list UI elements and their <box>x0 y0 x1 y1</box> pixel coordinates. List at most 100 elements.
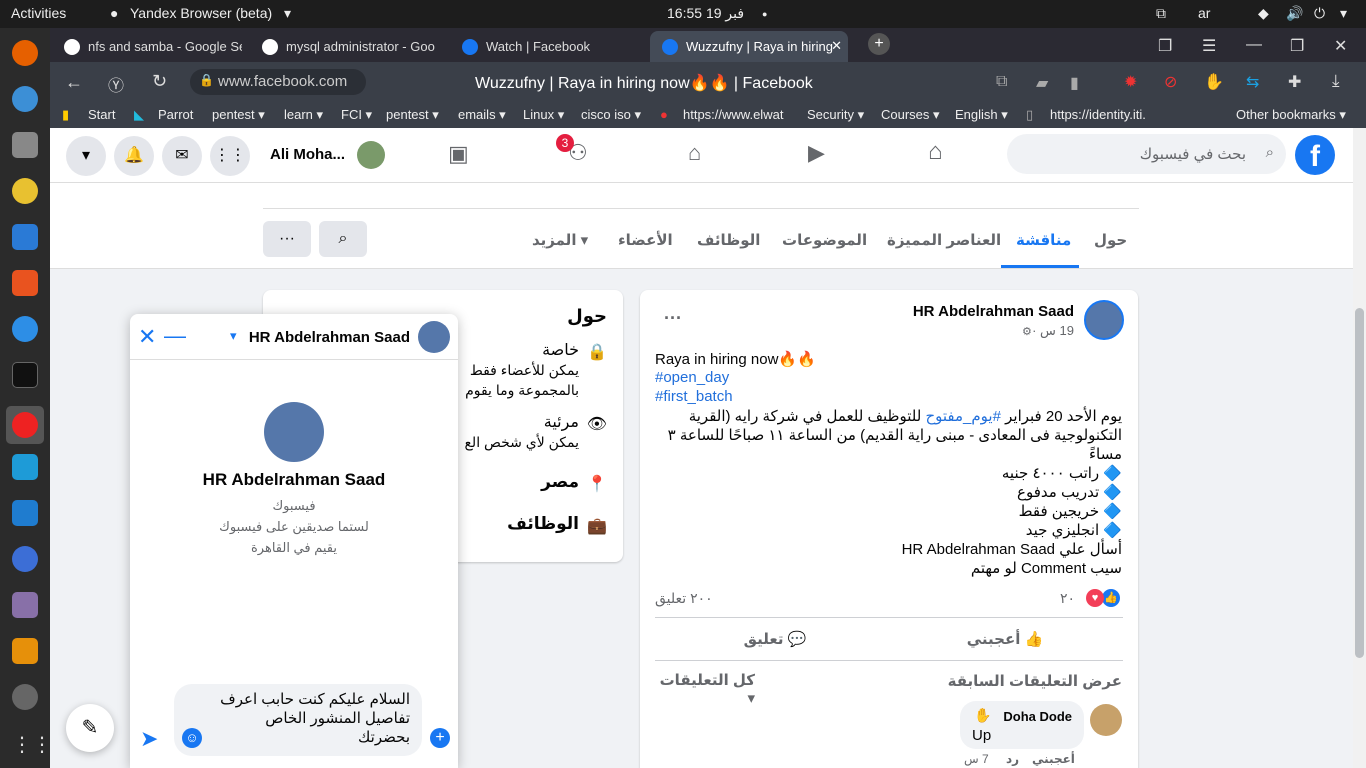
bookmark-parrot[interactable]: Parrot <box>158 107 193 122</box>
firefox-icon[interactable] <box>12 40 38 66</box>
bookmark-pentest2[interactable]: pentest ▾ <box>386 107 439 123</box>
rhythmbox-icon[interactable] <box>12 178 38 204</box>
tab-featured[interactable]: العناصر المميزة <box>887 231 1001 249</box>
app-icon[interactable] <box>12 454 38 480</box>
group-search-button[interactable]: ⌕ <box>319 221 367 257</box>
bookmark-fci[interactable]: FCI ▾ <box>341 107 372 123</box>
tab-jobs[interactable]: الوظائف <box>697 231 760 249</box>
volume-icon[interactable]: 🔊 <box>1286 5 1303 22</box>
search-input[interactable]: بحث في فيسبوك ⌕ <box>1007 134 1286 174</box>
disk-icon[interactable] <box>12 684 38 710</box>
author-avatar[interactable] <box>1084 300 1124 340</box>
contact-profile-picture[interactable] <box>264 402 324 462</box>
pip-icon[interactable]: ⧉ <box>996 73 1007 91</box>
bookmark-english[interactable]: English ▾ <box>955 107 1008 123</box>
tabs-icon[interactable]: ❐ <box>1158 36 1172 56</box>
emoji-icon[interactable]: ☺ <box>182 728 202 748</box>
post-options-icon[interactable]: ··· <box>664 308 682 329</box>
ext-block-icon[interactable]: ⊘ <box>1164 72 1177 92</box>
software-icon[interactable] <box>12 270 38 296</box>
ext-bug-icon[interactable]: ✹ <box>1124 72 1137 92</box>
comment-reply-button[interactable]: رد <box>1006 752 1019 766</box>
bookmark-icon[interactable]: ▮ <box>1070 73 1079 93</box>
tab-watch[interactable]: Watch | Facebook <box>450 31 640 62</box>
like-button[interactable]: أعجبني 👍 <box>890 624 1120 656</box>
address-bar[interactable]: 🔒 www.facebook.com <box>190 69 366 95</box>
tab-more[interactable]: المزيد ▾ <box>532 231 588 249</box>
bookmark-security[interactable]: Security ▾ <box>807 107 864 123</box>
vscode-icon[interactable] <box>12 500 38 526</box>
ext-gnome-icon[interactable]: ✋ <box>1204 72 1224 92</box>
ext-puzzle-icon[interactable]: ✚ <box>1288 72 1301 92</box>
show-apps-icon[interactable]: ⋮⋮ <box>12 732 52 758</box>
comment-count[interactable]: ٢٠٠ تعليق <box>655 590 713 607</box>
tab-topics[interactable]: الموضوعات <box>782 231 867 249</box>
eclipse-icon[interactable] <box>12 546 38 572</box>
writer-icon[interactable] <box>12 224 38 250</box>
browser-app-menu[interactable]: Yandex Browser (beta) <box>130 5 272 21</box>
home-icon[interactable]: ⌂ <box>928 138 943 166</box>
hashtag-link[interactable]: #first_batch <box>655 388 733 405</box>
minimize-icon[interactable]: — <box>1246 36 1262 54</box>
send-icon[interactable]: ➤ <box>140 726 158 752</box>
bookmark-linux[interactable]: Linux ▾ <box>523 107 564 123</box>
menu-icon[interactable]: ☰ <box>1202 36 1216 56</box>
chat-contact-name[interactable]: HR Abdelrahman Saad <box>249 329 410 346</box>
clock[interactable]: 16:55 فبر 19 <box>667 5 744 22</box>
profile-name[interactable]: Ali Moha... <box>270 146 345 163</box>
chevron-down-icon[interactable]: ▾ <box>1340 5 1347 22</box>
more-options-button[interactable]: ··· <box>263 221 311 257</box>
menu-grid-icon[interactable]: ⋮⋮ <box>210 136 250 176</box>
scrollbar-thumb[interactable] <box>1355 308 1364 658</box>
comment-time[interactable]: 7 س <box>964 752 989 766</box>
tab-members[interactable]: الأعضاء <box>618 231 673 249</box>
add-attachment-icon[interactable]: + <box>430 728 450 748</box>
new-tab-button[interactable]: + <box>868 33 890 55</box>
files-icon[interactable] <box>12 132 38 158</box>
bookmark-elwatan[interactable]: https://www.elwat <box>683 107 793 122</box>
bookmark-cisco[interactable]: cisco iso ▾ <box>581 107 641 123</box>
post-author[interactable]: HR Abdelrahman Saad <box>913 303 1074 320</box>
other-bookmarks[interactable]: Other bookmarks ▾ <box>1236 107 1346 123</box>
close-tab-icon[interactable]: ✕ <box>831 38 842 54</box>
chat-avatar[interactable] <box>418 321 450 353</box>
new-message-button[interactable]: ✎ <box>66 704 114 752</box>
minimize-chat-icon[interactable]: — <box>164 323 186 349</box>
chevron-down-icon[interactable]: ▾ <box>230 328 237 344</box>
yandex-y-icon[interactable]: Ⓨ <box>108 72 124 96</box>
tab-about[interactable]: حول <box>1094 231 1127 249</box>
commenter-avatar[interactable] <box>1090 704 1122 736</box>
help-icon[interactable] <box>12 316 38 342</box>
back-icon[interactable]: ← <box>65 72 83 93</box>
screenshot-icon[interactable]: ⧉ <box>1156 5 1166 22</box>
bookmark-start[interactable]: Start <box>88 107 115 122</box>
comment-like-button[interactable]: أعجبني <box>1032 752 1075 766</box>
thunderbird-icon[interactable] <box>12 86 38 112</box>
scrollbar[interactable] <box>1353 128 1366 768</box>
message-input[interactable]: السلام عليكم كنت حابب اعرف تفاصيل المنشو… <box>174 684 422 756</box>
gaming-icon[interactable]: ▣ <box>448 141 469 167</box>
commenter-name[interactable]: Doha Dode <box>1003 709 1072 724</box>
bookmark-iti[interactable]: https://identity.iti. <box>1050 107 1170 122</box>
account-menu-icon[interactable]: ▾ <box>66 136 106 176</box>
terminal-icon[interactable] <box>12 362 38 388</box>
reaction-count[interactable]: ٢٠ <box>1060 590 1075 607</box>
bookmark-courses[interactable]: Courses ▾ <box>881 107 940 123</box>
comment-button[interactable]: تعليق 💬 <box>660 624 890 656</box>
wifi-icon[interactable]: ◆ <box>1258 5 1269 22</box>
activities-button[interactable]: Activities <box>11 5 66 21</box>
watch-icon[interactable]: ▶ <box>808 140 825 166</box>
tab-discussion[interactable]: مناقشة <box>1016 231 1071 249</box>
chat-icon[interactable]: ▰ <box>1036 73 1048 93</box>
notifications-icon[interactable]: 🔔 <box>114 136 154 176</box>
close-window-icon[interactable]: ✕ <box>1334 36 1347 56</box>
language-indicator[interactable]: ar <box>1198 5 1210 21</box>
power-icon[interactable]: ⏻ <box>1314 5 1325 22</box>
tab-nfs[interactable]: nfs and samba - Google Se <box>52 31 242 62</box>
view-previous-comments[interactable]: عرض التعليقات السابقة <box>948 672 1122 690</box>
reload-icon[interactable]: ↻ <box>152 71 167 92</box>
tab-mysql[interactable]: mysql administrator - Goo <box>250 31 440 62</box>
hashtag-link[interactable]: #open_day <box>655 369 729 386</box>
ext-translate-icon[interactable]: ⇆ <box>1246 72 1259 92</box>
marketplace-icon[interactable]: ⌂ <box>688 140 701 166</box>
